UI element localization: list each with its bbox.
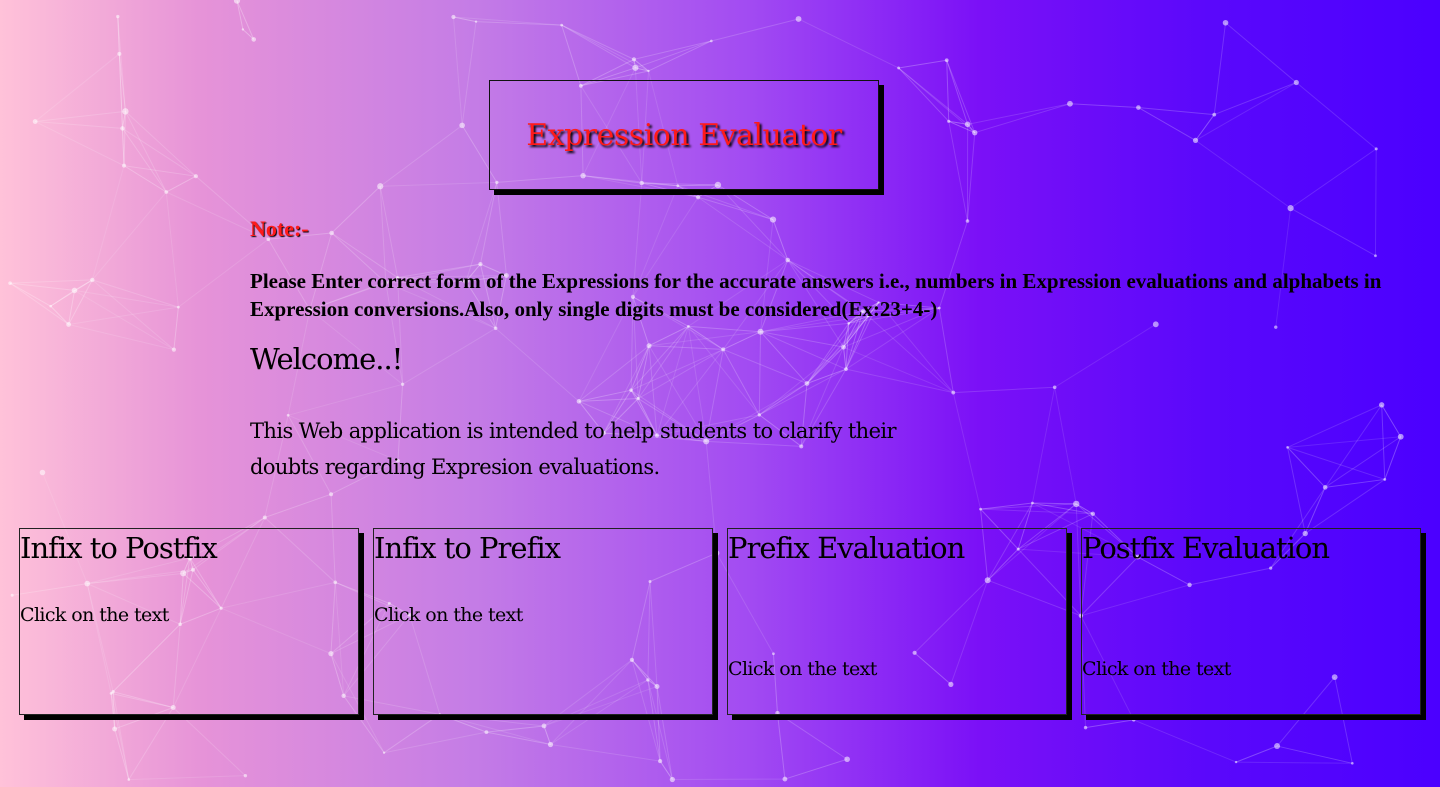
note-text: Please Enter correct form of the Express… [250, 269, 1382, 321]
note-label: Note:- [250, 216, 309, 241]
card-link[interactable]: Click on the text [374, 604, 523, 626]
card-link[interactable]: Click on the text [20, 604, 169, 626]
card-title[interactable]: Infix to Prefix [374, 531, 561, 565]
welcome-heading: Welcome..! [250, 342, 403, 376]
card-infix-to-postfix[interactable]: Infix to Postfix Click on the text [19, 528, 359, 715]
intro-text: This Web application is intended to help… [250, 419, 897, 479]
card-prefix-evaluation[interactable]: Prefix Evaluation Click on the text [727, 528, 1067, 715]
page-title: Expression Evaluator [526, 117, 842, 153]
card-title[interactable]: Infix to Postfix [20, 531, 218, 565]
card-link[interactable]: Click on the text [1082, 658, 1231, 680]
card-infix-to-prefix[interactable]: Infix to Prefix Click on the text [373, 528, 713, 715]
card-title[interactable]: Prefix Evaluation [728, 531, 965, 565]
card-title[interactable]: Postfix Evaluation [1082, 531, 1330, 565]
card-link[interactable]: Click on the text [728, 658, 877, 680]
card-postfix-evaluation[interactable]: Postfix Evaluation Click on the text [1081, 528, 1421, 715]
title-box: Expression Evaluator [489, 80, 879, 190]
